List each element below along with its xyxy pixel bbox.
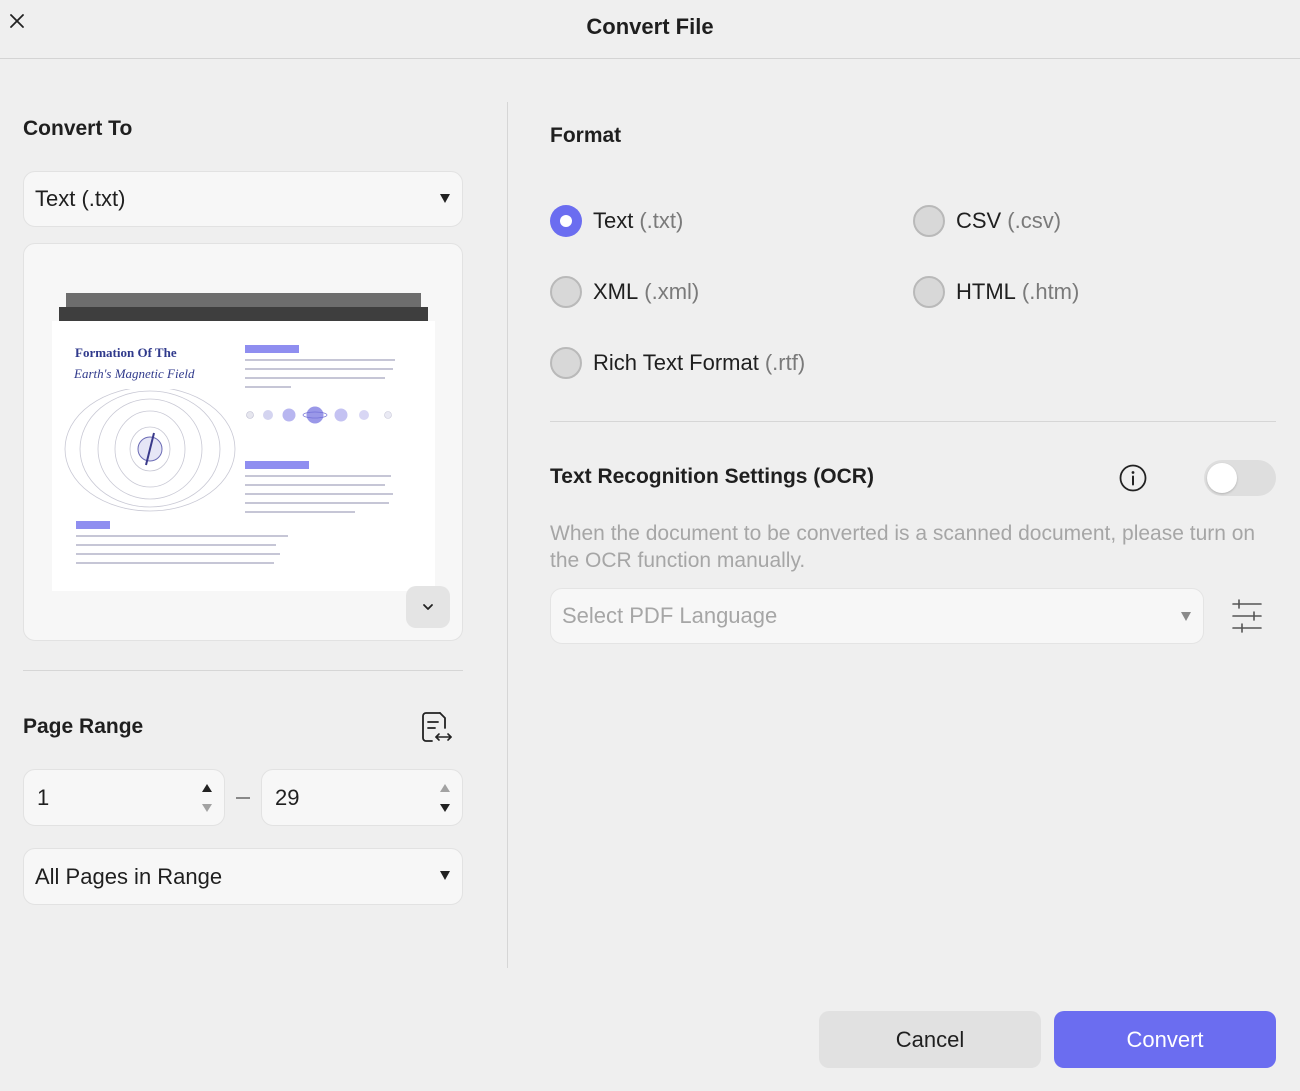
range-to-stepper — [440, 782, 452, 814]
format-option-label: Rich Text Format — [593, 350, 759, 375]
preview-tag — [76, 521, 110, 529]
format-option-label: HTML — [956, 279, 1016, 304]
format-option-text[interactable]: Text (.txt) — [550, 205, 683, 237]
preview-text-line — [245, 475, 391, 477]
preview-text-line — [76, 535, 288, 537]
pages-subset-select[interactable]: All Pages in Range — [23, 848, 463, 905]
format-option-html[interactable]: HTML (.htm) — [913, 276, 1079, 308]
convert-to-value: Text (.txt) — [35, 186, 126, 211]
stepper-down-icon[interactable] — [202, 804, 212, 812]
preview-text-line — [245, 359, 395, 361]
range-to-value: 29 — [275, 784, 300, 810]
page-range-title: Page Range — [23, 715, 144, 738]
format-option-ext: (.rtf) — [764, 350, 806, 375]
ocr-title: Text Recognition Settings (OCR) — [550, 465, 874, 488]
format-option-ext: (.htm) — [1021, 279, 1080, 304]
preview-tag — [245, 345, 299, 353]
info-icon[interactable] — [1118, 463, 1148, 493]
convert-button[interactable]: Convert — [1054, 1011, 1276, 1068]
preview-tag — [245, 461, 309, 469]
format-option-rtf[interactable]: Rich Text Format (.rtf) — [550, 347, 805, 379]
radio-unselected-icon — [550, 276, 582, 308]
preview-text-line — [245, 502, 389, 504]
preview-text-line — [245, 511, 355, 513]
format-option-label: Text — [593, 208, 634, 233]
format-title: Format — [550, 124, 622, 147]
format-option-ext: (.xml) — [644, 279, 700, 304]
magnetic-field-illustration — [64, 389, 236, 512]
dropdown-caret-icon — [440, 871, 450, 880]
pages-subset-value: All Pages in Range — [35, 863, 223, 889]
preview-text-line — [76, 562, 274, 564]
convert-to-select[interactable]: Text (.txt) — [23, 171, 463, 227]
format-option-xml[interactable]: XML (.xml) — [550, 276, 699, 308]
pdf-language-placeholder: Select PDF Language — [562, 603, 778, 628]
radio-unselected-icon — [550, 347, 582, 379]
preview-text-line — [76, 553, 280, 555]
format-option-ext: (.csv) — [1007, 208, 1062, 233]
range-to-field[interactable]: 29 — [261, 769, 463, 826]
toggle-knob — [1207, 463, 1237, 493]
range-from-stepper — [202, 782, 214, 814]
ocr-toggle[interactable] — [1204, 460, 1276, 496]
preview-doc-subtitle: Earth's Magnetic Field — [74, 366, 195, 381]
dropdown-caret-icon — [440, 194, 450, 203]
column-divider — [507, 102, 508, 968]
preview-text-line — [245, 368, 393, 370]
ocr-description: When the document to be converted is a s… — [550, 522, 1256, 572]
expand-preview-button[interactable] — [406, 586, 450, 628]
preview-text-line — [76, 544, 276, 546]
chevron-down-icon — [423, 604, 433, 610]
format-option-label: XML — [593, 279, 639, 304]
stepper-down-icon[interactable] — [440, 804, 450, 812]
sliders-icon[interactable] — [1230, 598, 1264, 634]
format-option-csv[interactable]: CSV (.csv) — [913, 205, 1061, 237]
preview-doc-title: Formation Of The — [75, 345, 177, 360]
document-preview: Formation Of The Earth's Magnetic Field — [23, 243, 463, 641]
planet-row-illustration — [246, 406, 392, 424]
range-from-value: 1 — [37, 784, 50, 810]
format-option-ext: (.txt) — [639, 208, 684, 233]
preview-text-line — [245, 493, 393, 495]
title-bar: Convert File — [0, 0, 1300, 59]
page-range-icon[interactable] — [418, 709, 454, 745]
range-from-field[interactable]: 1 — [23, 769, 225, 826]
range-separator — [236, 797, 250, 799]
dropdown-caret-icon — [1181, 612, 1191, 621]
radio-selected-icon — [550, 205, 582, 237]
preview-page: Formation Of The Earth's Magnetic Field — [52, 321, 435, 591]
convert-to-title: Convert To — [23, 117, 133, 140]
cancel-button[interactable]: Cancel — [819, 1011, 1041, 1068]
format-divider — [550, 421, 1276, 422]
left-divider — [23, 670, 463, 671]
pdf-language-select[interactable]: Select PDF Language — [550, 588, 1204, 644]
preview-text-line — [245, 377, 385, 379]
page-stack-mid — [59, 307, 428, 321]
preview-text-line — [245, 386, 291, 388]
window-title: Convert File — [586, 14, 714, 39]
radio-unselected-icon — [913, 205, 945, 237]
stepper-up-icon[interactable] — [202, 784, 212, 792]
radio-unselected-icon — [913, 276, 945, 308]
preview-text-line — [245, 484, 385, 486]
stepper-up-icon[interactable] — [440, 784, 450, 792]
format-option-label: CSV — [956, 208, 1002, 233]
